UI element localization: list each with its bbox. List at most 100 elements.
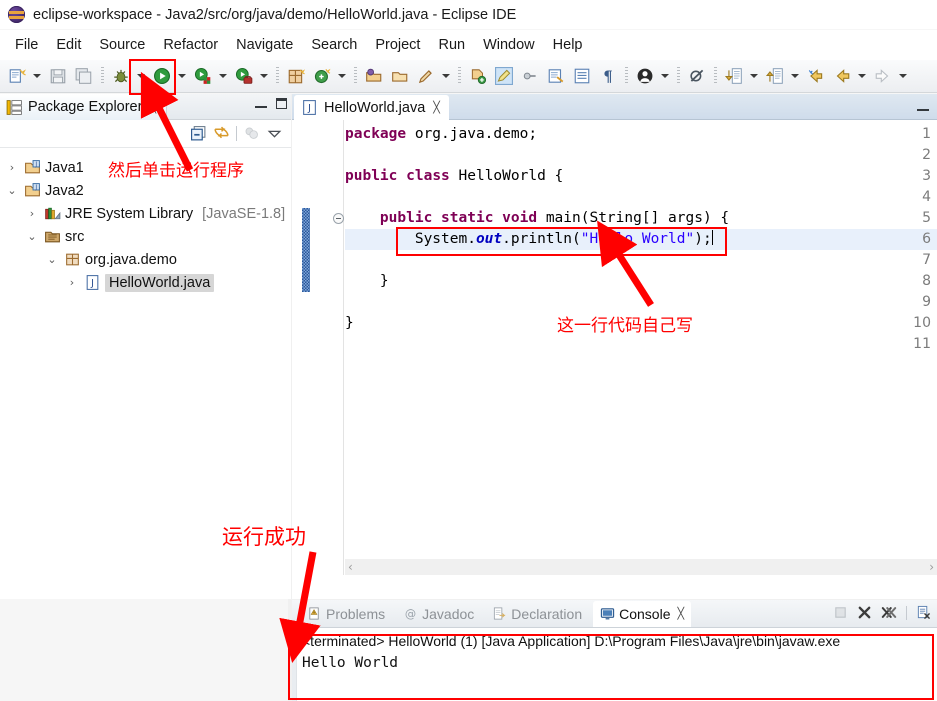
scroll-left-icon[interactable]: ‹: [348, 560, 353, 574]
clear-console-icon[interactable]: [916, 605, 931, 620]
coverage-icon[interactable]: [232, 64, 256, 88]
editor-minimize-button[interactable]: [917, 102, 929, 112]
tree-item-src[interactable]: ⌄ src: [4, 225, 291, 248]
run-dropdown[interactable]: [175, 64, 188, 88]
close-icon[interactable]: ╳: [149, 101, 156, 114]
run-external-tools-icon[interactable]: [191, 64, 215, 88]
next-annotation-dropdown[interactable]: [747, 64, 760, 88]
menu-run[interactable]: Run: [429, 35, 474, 55]
code-editor[interactable]: 1 package org.java.demo; 2 3 public class He…: [292, 120, 937, 575]
tree-item-java2[interactable]: ⌄ J Java2: [4, 179, 291, 202]
tree-item-java1[interactable]: › J Java1: [4, 156, 291, 179]
menu-search[interactable]: Search: [302, 35, 366, 55]
tab-package-explorer[interactable]: Package Explorer ╳: [0, 94, 168, 120]
chevron-right-icon[interactable]: ›: [4, 161, 20, 174]
remove-launch-icon[interactable]: [857, 605, 872, 620]
focus-on-active-task-icon: [245, 127, 258, 139]
menu-file[interactable]: File: [6, 35, 47, 55]
debug-icon[interactable]: [109, 64, 133, 88]
menu-project[interactable]: Project: [366, 35, 429, 55]
coverage-dropdown[interactable]: [257, 64, 270, 88]
tab-console[interactable]: Console ╳: [593, 600, 692, 627]
new-wizard-icon[interactable]: [5, 64, 29, 88]
separator-5: [625, 67, 628, 85]
edit-pencil-icon[interactable]: [414, 64, 438, 88]
tree-item-label: HelloWorld.java: [105, 273, 215, 292]
back-dropdown[interactable]: [855, 64, 868, 88]
editor-horizontal-scrollbar[interactable]: ‹ ›: [345, 559, 937, 575]
run-external-tools-dropdown[interactable]: [216, 64, 229, 88]
previous-annotation-dropdown[interactable]: [788, 64, 801, 88]
next-annotation-icon[interactable]: [722, 64, 746, 88]
debug-dropdown[interactable]: [134, 64, 147, 88]
menu-navigate[interactable]: Navigate: [227, 35, 302, 55]
maximize-button[interactable]: [276, 98, 287, 109]
pilcrow-icon: ¶: [603, 69, 612, 85]
chevron-down-icon[interactable]: ⌄: [44, 253, 60, 266]
minimize-button[interactable]: [255, 99, 267, 109]
view-menu-icon[interactable]: [266, 125, 283, 142]
tab-helloworld-java[interactable]: J HelloWorld.java ╳: [294, 95, 449, 120]
link-with-editor-icon[interactable]: [213, 125, 230, 142]
remove-all-terminated-icon[interactable]: [881, 605, 897, 620]
toggle-mark-occurrences-icon[interactable]: [518, 64, 542, 88]
highlight-pen-icon[interactable]: [492, 64, 516, 88]
forward-icon[interactable]: [871, 64, 895, 88]
run-icon[interactable]: [150, 64, 174, 88]
new-wizard-dropdown[interactable]: [30, 64, 43, 88]
chevron-right-icon[interactable]: ›: [24, 207, 40, 220]
user-profile-dropdown[interactable]: [658, 64, 671, 88]
menu-source[interactable]: Source: [90, 35, 154, 55]
console-output[interactable]: <terminated> HelloWorld (1) [Java Applic…: [292, 628, 937, 701]
fold-collapse-icon[interactable]: [332, 208, 345, 229]
jre-library-icon: [45, 207, 61, 220]
forward-dropdown[interactable]: [896, 64, 909, 88]
chevron-right-icon[interactable]: ›: [64, 276, 80, 289]
edit-pencil-dropdown[interactable]: [439, 64, 452, 88]
console-toolbar: [833, 605, 931, 620]
new-java-class-icon[interactable]: [310, 64, 334, 88]
user-profile-icon[interactable]: [633, 64, 657, 88]
menu-edit[interactable]: Edit: [47, 35, 90, 55]
open-task-repository-icon[interactable]: [544, 64, 568, 88]
tree-item-org-java-demo[interactable]: ⌄ org.java.demo: [4, 248, 291, 271]
code-line: System.out.println("Hello World");: [345, 230, 713, 247]
show-whitespace-icon[interactable]: [570, 64, 594, 88]
eclipse-logo-icon: [8, 6, 25, 23]
new-java-class-dropdown[interactable]: [335, 64, 348, 88]
editor-tabbar: J HelloWorld.java ╳: [292, 94, 937, 120]
menu-help[interactable]: Help: [544, 35, 592, 55]
chevron-down-icon[interactable]: ⌄: [4, 184, 20, 197]
menu-window[interactable]: Window: [474, 35, 544, 55]
back-icon[interactable]: [830, 64, 854, 88]
open-task-icon[interactable]: [388, 64, 412, 88]
chevron-down-icon[interactable]: ⌄: [24, 230, 40, 243]
menubar: File Edit Source Refactor Navigate Search Proj…: [0, 30, 937, 60]
collapse-all-icon[interactable]: [190, 125, 207, 142]
pilcrow-icon[interactable]: ¶: [596, 64, 620, 88]
save-all-icon[interactable]: [72, 64, 96, 88]
tab-problems[interactable]: Problems: [300, 601, 392, 627]
menu-refactor[interactable]: Refactor: [154, 35, 227, 55]
window-title: eclipse-workspace - Java2/src/org/java/d…: [33, 6, 517, 23]
new-java-package-icon[interactable]: [284, 64, 308, 88]
close-icon[interactable]: ╳: [678, 607, 685, 620]
previous-annotation-icon[interactable]: [763, 64, 787, 88]
package-explorer-panel: Package Explorer ╳ › J Java1 ⌄ J Java2 ›…: [0, 94, 291, 599]
scroll-right-icon[interactable]: ›: [929, 560, 934, 574]
skip-breakpoints-icon[interactable]: [685, 64, 709, 88]
open-type-icon[interactable]: [362, 64, 386, 88]
package-explorer-tabbar: Package Explorer ╳: [0, 94, 291, 120]
main-toolbar: ¶: [0, 60, 937, 93]
tree-item-jre-system-library[interactable]: › JRE System Library [JavaSE-1.8]: [4, 202, 291, 225]
close-icon[interactable]: ╳: [433, 101, 440, 114]
back-icon: [836, 69, 850, 83]
java-project-icon: J: [25, 160, 40, 174]
save-icon[interactable]: [46, 64, 70, 88]
tab-javadoc[interactable]: @ Javadoc: [396, 601, 481, 627]
search-marker-icon[interactable]: [466, 64, 490, 88]
last-edit-location-icon[interactable]: [804, 64, 828, 88]
save-icon: [50, 69, 66, 84]
tree-item-helloworld-java[interactable]: › J HelloWorld.java: [4, 271, 291, 294]
tab-declaration[interactable]: Declaration: [485, 601, 589, 627]
